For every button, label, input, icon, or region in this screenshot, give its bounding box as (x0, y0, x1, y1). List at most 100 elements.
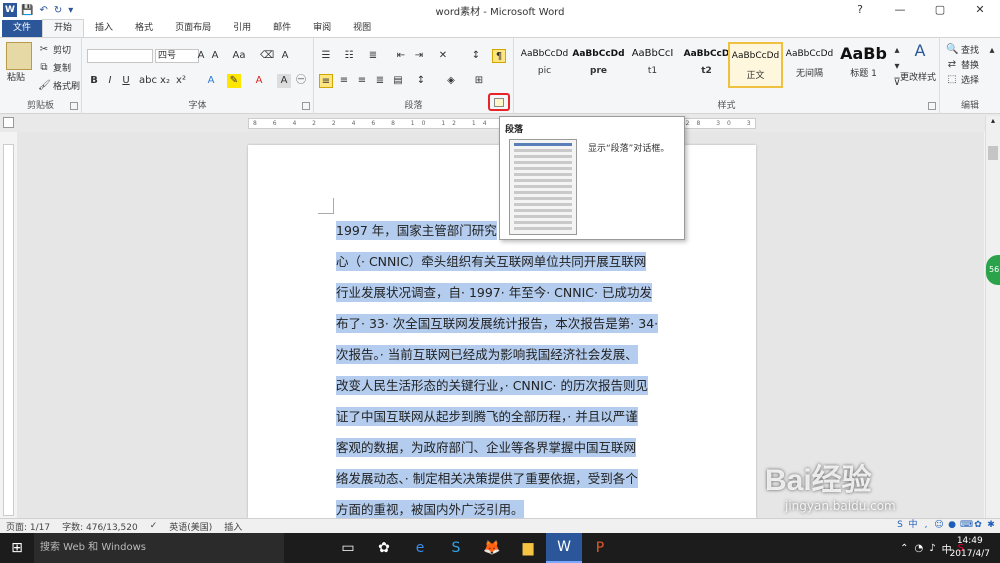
styles-scroll-up-icon[interactable]: ▴ (890, 44, 904, 58)
font-launcher-icon[interactable] (302, 102, 310, 110)
bold-icon[interactable]: B (87, 74, 101, 88)
insert-mode[interactable]: 插入 (218, 520, 248, 533)
copy-button[interactable]: ⧉ 复制 (38, 61, 71, 75)
sogou-browser-icon[interactable]: S (438, 533, 474, 563)
justify-icon[interactable]: ≣ (373, 74, 387, 88)
show-marks-icon[interactable]: ¶ (492, 49, 506, 63)
tab-view[interactable]: 视图 (342, 20, 382, 37)
borders-icon[interactable]: ⊞ (472, 74, 486, 88)
tab-mailings[interactable]: 邮件 (262, 20, 302, 37)
highlight-icon[interactable]: ✎ (227, 74, 241, 88)
decrease-indent-icon[interactable]: ⇤ (394, 49, 408, 63)
font-color-icon[interactable]: A (252, 74, 266, 88)
watermark-brand: Bai经验 (765, 464, 872, 497)
word-taskbar-icon[interactable]: W (546, 533, 582, 563)
vertical-scrollbar[interactable]: ▴ (985, 116, 1000, 518)
document-body[interactable]: 1997 年，国家主管部门研究 心（· CNNIC）牵头组织有关互联网单位共同开… (336, 218, 676, 528)
font-name-select[interactable] (87, 49, 153, 63)
proofing-icon[interactable]: ✓ (144, 521, 164, 531)
style-normal[interactable]: AaBbCcDd 正文 (728, 42, 783, 88)
chinese-layout-icon[interactable]: ✕ (436, 49, 450, 63)
numbering-icon[interactable]: ☷ (342, 49, 356, 63)
paragraph-launcher-icon[interactable] (494, 98, 504, 107)
collapse-ribbon-icon[interactable]: ▴ (985, 44, 999, 58)
tray-expand-icon[interactable]: ⌃ (900, 543, 908, 554)
help-button[interactable]: ? (840, 0, 880, 20)
style-t1[interactable]: AaBbCcI t1 (625, 42, 680, 88)
sort-icon[interactable]: ↕ (469, 49, 483, 63)
tab-home[interactable]: 开始 (42, 19, 85, 37)
line-spacing-icon[interactable]: ↕ (414, 74, 428, 88)
shading-icon[interactable]: ◈ (444, 74, 458, 88)
brush-icon: 🖌 (38, 79, 51, 91)
italic-icon[interactable]: I (103, 74, 117, 88)
clock[interactable]: 14:49 2017/4/7 (950, 535, 990, 561)
file-explorer-icon[interactable]: ▆ (510, 533, 546, 563)
text-effects-icon[interactable]: A (204, 74, 218, 88)
change-styles-icon[interactable]: A (908, 43, 932, 59)
subscript-icon[interactable]: x₂ (158, 74, 172, 88)
superscript-icon[interactable]: x² (174, 74, 188, 88)
char-shading-icon[interactable]: A (277, 74, 291, 88)
vertical-ruler[interactable] (3, 144, 14, 516)
word-count[interactable]: 字数: 476/13,520 (56, 520, 144, 533)
network-icon[interactable]: ◔ (915, 543, 924, 554)
multilevel-list-icon[interactable]: ≣ (366, 49, 380, 63)
grow-font-icon[interactable]: A (194, 49, 208, 63)
shrink-font-icon[interactable]: A (208, 49, 222, 63)
underline-icon[interactable]: U (119, 74, 133, 88)
close-button[interactable]: ✕ (960, 0, 1000, 20)
language-status[interactable]: 英语(美国) (163, 520, 218, 533)
select-button[interactable]: ⬚ 选择 (946, 73, 979, 87)
cut-button[interactable]: ✂ 剪切 (38, 43, 71, 57)
scroll-thumb[interactable] (988, 146, 998, 160)
strikethrough-icon[interactable]: abc (139, 74, 157, 88)
paste-button[interactable]: 粘贴 (7, 70, 25, 83)
change-styles-button[interactable]: 更改样式 (900, 70, 936, 83)
tab-insert[interactable]: 插入 (84, 20, 124, 37)
paste-icon[interactable] (6, 42, 32, 70)
bullets-icon[interactable]: ☰ (319, 49, 333, 63)
powerpoint-icon[interactable]: P (582, 533, 618, 563)
clipboard-launcher-icon[interactable] (70, 102, 78, 110)
style-t2[interactable]: AaBbCcD t2 (679, 42, 734, 88)
minimize-button[interactable]: — (880, 0, 920, 20)
clear-format-icon[interactable]: ⌫ (260, 49, 274, 63)
tab-review[interactable]: 审阅 (302, 20, 342, 37)
floating-badge[interactable]: 56 (986, 255, 1000, 285)
margin-crop-mark (318, 198, 334, 214)
pinwheel-app-icon[interactable]: ✿ (366, 533, 402, 563)
style-pic[interactable]: AaBbCcDd pic (517, 42, 572, 88)
scroll-up-icon[interactable]: ▴ (986, 116, 1000, 125)
format-painter-button[interactable]: 🖌 格式刷 (38, 79, 80, 93)
tab-format[interactable]: 格式 (124, 20, 164, 37)
style-heading-1[interactable]: AaBb 标题 1 (836, 42, 891, 88)
task-view-icon[interactable]: ▭ (330, 533, 366, 563)
replace-button[interactable]: ⇄ 替换 (946, 58, 979, 72)
ime-tools-icon[interactable]: ✱ (986, 520, 996, 531)
styles-launcher-icon[interactable] (928, 102, 936, 110)
page-count[interactable]: 页面: 1/17 (0, 520, 56, 533)
fox-app-icon[interactable]: 🦊 (474, 533, 510, 563)
windows-start-icon[interactable]: ⊞ (0, 533, 34, 563)
tab-file[interactable]: 文件 (2, 20, 43, 37)
tab-selector-icon[interactable] (3, 117, 14, 128)
taskbar-search[interactable]: 搜索 Web 和 Windows (34, 533, 284, 563)
enclose-char-icon[interactable]: ㊀ (294, 74, 308, 88)
align-left-icon[interactable]: ≡ (319, 74, 333, 88)
style-pre[interactable]: AaBbCcDd pre (571, 42, 626, 88)
tab-references[interactable]: 引用 (222, 20, 262, 37)
increase-indent-icon[interactable]: ⇥ (412, 49, 426, 63)
font-size-select[interactable]: 四号 (155, 49, 199, 63)
align-center-icon[interactable]: ≡ (337, 74, 351, 88)
align-right-icon[interactable]: ≡ (355, 74, 369, 88)
restore-button[interactable]: ▢ (920, 0, 960, 20)
tab-page-layout[interactable]: 页面布局 (164, 20, 222, 37)
volume-icon[interactable]: ♪ (929, 543, 935, 554)
style-no-spacing[interactable]: AaBbCcDd 无间隔 (782, 42, 837, 88)
distribute-icon[interactable]: ▤ (391, 74, 405, 88)
char-border-icon[interactable]: A (278, 49, 292, 63)
change-case-icon[interactable]: Aa (232, 49, 246, 63)
edge-icon[interactable]: e (402, 533, 438, 563)
find-button[interactable]: 🔍 查找 (946, 43, 979, 57)
